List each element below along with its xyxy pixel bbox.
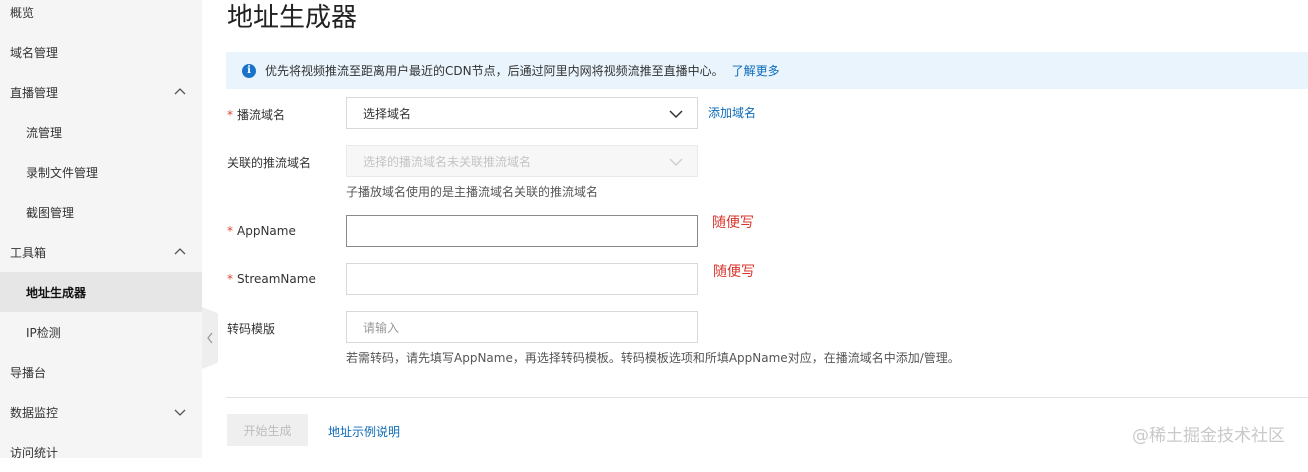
info-icon: i: [242, 63, 256, 78]
play-domain-select[interactable]: 选择域名: [346, 97, 698, 129]
required-mark: *: [227, 108, 233, 122]
add-domain-link[interactable]: 添加域名: [708, 104, 756, 121]
stream-name-label-text: StreamName: [237, 272, 316, 286]
sidebar-item-label: 数据监控: [10, 405, 59, 420]
chevron-up-icon: [174, 88, 186, 95]
sidebar-item-label: 流管理: [26, 125, 63, 140]
address-example-link[interactable]: 地址示例说明: [328, 423, 400, 440]
transcode-label: 转码模版: [227, 320, 275, 337]
start-generate-button[interactable]: 开始生成: [227, 414, 308, 446]
sidebar-item-label: 录制文件管理: [26, 165, 99, 180]
sidebar-item-stream-management[interactable]: 流管理: [0, 112, 202, 152]
stream-name-label: * StreamName: [227, 272, 316, 286]
sidebar: 概览 域名管理 直播管理 流管理 录制文件管理 截图管理 工具箱 地址生成器 I…: [0, 0, 202, 460]
sidebar-item-label: 地址生成器: [26, 285, 87, 300]
play-domain-label: * 播流域名: [227, 106, 285, 123]
sidebar-item-label: IP检测: [26, 325, 61, 340]
push-domain-hint: 子播放域名使用的是主播流域名关联的推流域名: [346, 185, 599, 199]
watermark: @稀土掘金技术社区: [1132, 426, 1285, 446]
app-name-label-text: AppName: [237, 224, 296, 238]
app-name-input[interactable]: [346, 215, 698, 247]
sidebar-collapse-toggle[interactable]: [202, 307, 218, 369]
sidebar-item-recording-files[interactable]: 录制文件管理: [0, 152, 202, 192]
play-domain-value: 选择域名: [363, 106, 412, 121]
sidebar-item-screenshot-management[interactable]: 截图管理: [0, 192, 202, 232]
sidebar-item-director-console[interactable]: 导播台: [0, 352, 202, 392]
sidebar-item-address-generator[interactable]: 地址生成器: [0, 272, 202, 312]
sidebar-item-label: 导播台: [10, 365, 47, 380]
transcode-label-text: 转码模版: [227, 322, 276, 336]
app-name-note: 随便写: [712, 215, 754, 231]
sidebar-item-ip-check[interactable]: IP检测: [0, 312, 202, 352]
app-name-label: * AppName: [227, 224, 296, 238]
stream-name-input[interactable]: [346, 263, 698, 295]
transcode-input[interactable]: 请输入: [346, 311, 698, 343]
info-notice: i 优先将视频推流至距离用户最近的CDN节点，后通过阿里内网将视频流推至直播中心…: [226, 52, 1308, 89]
chevron-down-icon: [669, 158, 683, 167]
sidebar-item-domain-management[interactable]: 域名管理: [0, 32, 202, 72]
sidebar-item-label: 工具箱: [10, 245, 47, 260]
required-mark: *: [227, 224, 233, 238]
sidebar-item-overview[interactable]: 概览: [0, 0, 202, 32]
sidebar-item-label: 概览: [10, 5, 35, 20]
transcode-hint: 若需转码，请先填写AppName，再选择转码模板。转码模板选项和所填AppNam…: [346, 351, 960, 365]
push-domain-label-text: 关联的推流域名: [227, 156, 312, 170]
sidebar-item-label: 域名管理: [10, 45, 59, 60]
sidebar-item-data-monitoring[interactable]: 数据监控: [0, 392, 202, 432]
sidebar-item-live-management[interactable]: 直播管理: [0, 72, 202, 112]
stream-name-note: 随便写: [713, 264, 755, 280]
sidebar-item-label: 直播管理: [10, 85, 59, 100]
push-domain-select[interactable]: 选择的播流域名未关联推流域名: [346, 145, 698, 177]
chevron-down-icon: [174, 409, 186, 416]
push-domain-placeholder: 选择的播流域名未关联推流域名: [363, 154, 532, 169]
push-domain-label: 关联的推流域名: [227, 154, 311, 171]
notice-text: 优先将视频推流至距离用户最近的CDN节点，后通过阿里内网将视频流推至直播中心。: [265, 64, 724, 78]
transcode-placeholder: 请输入: [363, 320, 400, 335]
page-title: 地址生成器: [227, 3, 358, 33]
learn-more-link[interactable]: 了解更多: [732, 62, 780, 79]
sidebar-item-label: 截图管理: [26, 205, 75, 220]
required-mark: *: [227, 272, 233, 286]
sidebar-item-toolbox[interactable]: 工具箱: [0, 232, 202, 272]
divider: [226, 397, 1308, 398]
chevron-up-icon: [174, 248, 186, 255]
chevron-left-icon: [207, 332, 213, 344]
play-domain-label-text: 播流域名: [237, 108, 286, 122]
sidebar-item-access-stats[interactable]: 访问统计: [0, 432, 202, 472]
chevron-down-icon: [669, 110, 683, 119]
